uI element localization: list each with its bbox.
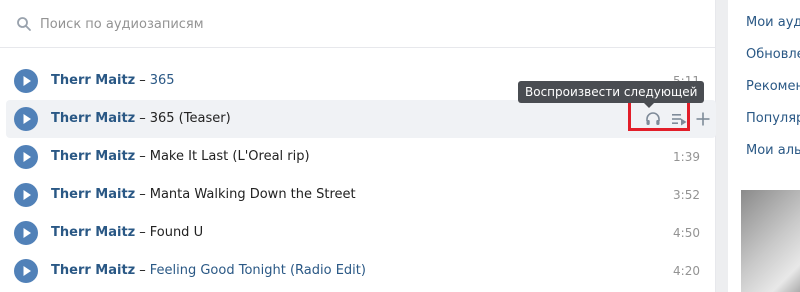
nav-my-albums[interactable]: Мои аль: [746, 143, 800, 158]
nav-popular[interactable]: Популяр: [746, 111, 800, 126]
track-title: Make It Last (L'Oreal rip): [149, 149, 310, 164]
play-button[interactable]: [14, 107, 38, 131]
nav-my-audio[interactable]: Мои ауди: [746, 15, 800, 30]
track-artist[interactable]: Therr Maitz: [51, 149, 135, 164]
track-separator: –: [139, 73, 146, 88]
track-title: Manta Walking Down the Street: [149, 187, 356, 202]
track-info: Therr Maitz –365 (Teaser): [51, 111, 231, 127]
track-artist[interactable]: Therr Maitz: [51, 73, 135, 88]
track-duration: 1:39: [673, 150, 700, 164]
track-separator: –: [139, 263, 146, 278]
track-info: Therr Maitz – Make It Last (L'Oreal rip): [51, 149, 310, 165]
audio-main-panel: Therr Maitz–365 5:11 Therr Maitz–365 (Te…: [0, 0, 716, 292]
play-icon: [23, 190, 31, 200]
nav-recommendations[interactable]: Рекомен: [746, 79, 800, 94]
play-icon: [23, 266, 31, 276]
track-artist[interactable]: Therr Maitz: [51, 225, 135, 240]
track-info: Therr Maitz – Feeling Good Tonight (Radio …: [51, 263, 366, 279]
search-icon: [17, 17, 31, 31]
tooltip-arrow: [644, 103, 654, 108]
play-icon: [23, 76, 31, 86]
play-icon: [23, 228, 31, 238]
play-button[interactable]: [14, 259, 38, 283]
play-button[interactable]: [14, 145, 38, 169]
album-cover-image[interactable]: [741, 190, 800, 292]
track-duration: 3:52: [673, 188, 700, 202]
track-artist[interactable]: Therr Maitz: [51, 111, 135, 126]
track-artist[interactable]: Therr Maitz: [51, 187, 135, 202]
track-info: Therr Maitz –365: [51, 73, 175, 89]
play-next-tooltip: Воспроизвести следующей: [518, 81, 705, 108]
track-separator: –: [139, 187, 146, 202]
play-icon: [23, 114, 31, 124]
play-button[interactable]: [14, 183, 38, 207]
track-duration: 4:50: [673, 226, 700, 240]
track-row[interactable]: Therr Maitz – Found U 4:50: [6, 214, 716, 252]
track-row-actions: [628, 93, 716, 138]
track-row[interactable]: Therr Maitz – Make It Last (L'Oreal rip) 1…: [6, 138, 716, 176]
track-row[interactable]: Therr Maitz – Feeling Good Tonight (Radio …: [6, 252, 716, 290]
track-artist[interactable]: Therr Maitz: [51, 263, 135, 278]
track-info: Therr Maitz – Found U: [51, 225, 203, 241]
track-duration: 4:20: [673, 264, 700, 278]
search-bar: [0, 0, 716, 48]
play-button[interactable]: [14, 69, 38, 93]
play-button[interactable]: [14, 221, 38, 245]
track-title: Found U: [149, 225, 204, 240]
play-icon: [23, 152, 31, 162]
headphones-icon[interactable]: [644, 110, 662, 128]
track-separator: –: [139, 225, 146, 240]
search-input[interactable]: [40, 12, 700, 36]
right-sidebar: Мои ауди Обновле Рекомен Популяр Мои аль: [728, 0, 800, 292]
track-info: Therr Maitz – Manta Walking Down the Stree…: [51, 187, 356, 203]
track-title[interactable]: Feeling Good Tonight (Radio Edit): [150, 263, 366, 278]
track-separator: –: [139, 149, 146, 164]
track-title: 365 (Teaser): [149, 111, 231, 126]
track-row[interactable]: Therr Maitz – Manta Walking Down the Stree…: [6, 176, 716, 214]
track-row[interactable]: Therr Maitz –365 (Teaser): [6, 93, 716, 138]
track-title[interactable]: 365: [150, 73, 175, 88]
track-separator: –: [139, 111, 146, 126]
nav-updates[interactable]: Обновле: [746, 47, 800, 62]
tooltip-text: Воспроизвести следующей: [525, 85, 698, 99]
add-icon[interactable]: [694, 110, 712, 128]
play-next-icon[interactable]: [670, 110, 688, 128]
